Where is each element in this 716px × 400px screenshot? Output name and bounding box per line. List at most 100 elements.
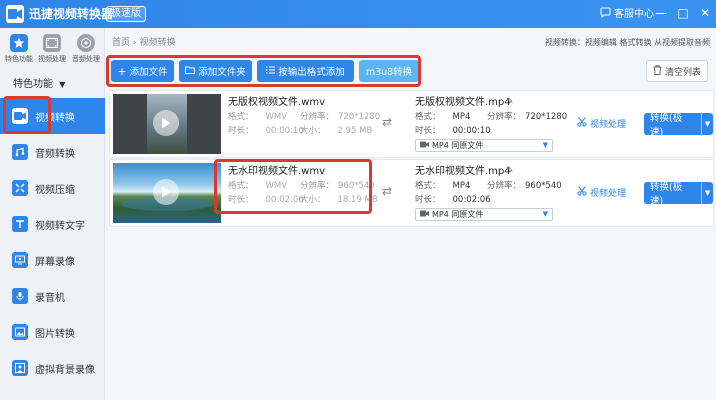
minimize-button[interactable]: —	[652, 4, 670, 22]
output-resolution: 分辨率： 960*540	[487, 181, 562, 191]
tool-featured-label: 特色功能	[5, 55, 33, 63]
m3u8-convert-button[interactable]: m3u8转换	[359, 60, 419, 82]
screen-record-icon	[12, 252, 28, 268]
tool-audio-process-label: 音频处理	[72, 55, 100, 63]
convert-dropdown-icon[interactable]: ▼	[701, 113, 713, 135]
play-icon[interactable]	[153, 110, 179, 136]
sidebar-item-label: 录音机	[35, 292, 65, 304]
video-convert-icon	[12, 108, 28, 124]
sidebar-item-video-convert[interactable]: 视频转换	[0, 98, 105, 134]
breadcrumb: 首页 › 视频转换	[112, 37, 176, 49]
output-resolution: 分辨率： 720*1280	[487, 112, 568, 122]
sidebar-item-video-compress[interactable]: 视频压缩	[0, 170, 105, 206]
support-label: 客服中心	[614, 9, 654, 20]
output-preset-value: MP4 同原文件	[432, 141, 484, 150]
source-file-name: 无版权视频文件.wmv	[228, 97, 326, 108]
tool-audio-process[interactable]: 音频处理	[70, 32, 102, 64]
support-center-link[interactable]: 客服中心	[600, 7, 654, 23]
convert-dropdown-icon[interactable]: ▼	[701, 182, 713, 204]
folder-icon	[185, 66, 196, 77]
output-preset-select[interactable]: MP4 同原文件 ▼	[415, 208, 553, 221]
shuffle-arrow-icon: ⇄	[382, 115, 393, 129]
caret-down-icon: ▼	[542, 141, 548, 149]
breadcrumb-separator: ›	[133, 38, 137, 48]
clear-list-button[interactable]: 清空列表	[645, 60, 708, 82]
chat-icon	[600, 7, 611, 23]
sidebar-item-label: 视频转换	[35, 112, 75, 124]
output-duration: 时长： 00:02:06	[415, 195, 491, 205]
text-icon	[12, 216, 28, 232]
list-icon	[266, 66, 276, 77]
star-icon	[10, 34, 28, 52]
clear-list-label: 清空列表	[664, 67, 701, 78]
title-bar: 迅捷视频转换器 极速版 客服中心 — □ ✕	[0, 0, 716, 28]
output-format: 格式： MP4	[415, 181, 471, 191]
play-icon[interactable]	[153, 179, 179, 205]
video-small-icon	[420, 210, 429, 219]
main-panel: 首页 › 视频转换 视频转换：视频编辑 格式转换 从视频提取音频 + 添加文件 添加…	[105, 28, 716, 400]
toolbar: + 添加文件 添加文件夹 按输出格式添加 m3u8转换 清空列表	[105, 58, 716, 88]
video-small-icon	[420, 141, 429, 150]
edition-badge: 极速版	[106, 6, 146, 22]
sidebar-item-image-convert[interactable]: 图片转换	[0, 314, 105, 350]
scissors-icon	[577, 117, 587, 130]
edit-pencil-icon[interactable]: ✎	[506, 166, 514, 176]
sidebar-item-label: 虚拟背景录像	[35, 364, 95, 376]
source-size: 大小： 2.95 MB	[300, 126, 373, 136]
audio-convert-icon	[12, 144, 28, 160]
tool-video-process[interactable]: 视频处理	[36, 32, 68, 64]
convert-button[interactable]: 转换(极速) ▼	[644, 182, 713, 207]
add-file-label: 添加文件	[129, 67, 168, 78]
video-process-button[interactable]: 视频处理	[577, 186, 626, 199]
sidebar-item-virtual-bg-record[interactable]: 虚拟背景录像	[0, 350, 105, 386]
video-thumbnail[interactable]	[113, 94, 221, 154]
caret-down-icon: ▼	[542, 210, 548, 218]
video-thumbnail[interactable]	[113, 163, 221, 223]
close-button[interactable]: ✕	[696, 4, 714, 22]
add-file-button[interactable]: + 添加文件	[111, 60, 174, 82]
file-row[interactable]: 无水印视频文件.wmv 格式： WMV 分辨率： 960*540 时长： 00:02:…	[109, 159, 714, 227]
audio-disc-icon	[77, 34, 95, 52]
breadcrumb-home[interactable]: 首页	[112, 38, 130, 48]
source-format: 格式： WMV	[228, 181, 288, 191]
shuffle-arrow-icon: ⇄	[382, 184, 393, 198]
sidebar-item-audio-convert[interactable]: 音频转换	[0, 134, 105, 170]
sidebar-item-label: 图片转换	[35, 328, 75, 340]
scissors-icon	[577, 186, 587, 199]
add-folder-button[interactable]: 添加文件夹	[179, 60, 252, 82]
sidebar-item-label: 视频压缩	[35, 184, 75, 196]
sidebar-item-recorder[interactable]: 录音机	[0, 278, 105, 314]
output-duration: 时长： 00:00:10	[415, 126, 491, 136]
add-folder-label: 添加文件夹	[198, 67, 246, 78]
add-by-format-button[interactable]: 按输出格式添加	[257, 60, 354, 82]
app-logo-icon	[6, 5, 24, 23]
source-duration: 时长： 00:02:06	[228, 195, 304, 205]
virtual-bg-icon	[12, 360, 28, 376]
features-dropdown[interactable]: 特色功能 ▼	[13, 78, 65, 92]
output-preset-select[interactable]: MP4 同原文件 ▼	[415, 139, 553, 152]
add-by-format-label: 按输出格式添加	[278, 67, 345, 78]
video-process-label: 视频处理	[590, 120, 627, 130]
breadcrumb-current: 视频转换	[139, 38, 176, 48]
compress-icon	[12, 180, 28, 196]
video-process-label: 视频处理	[590, 189, 627, 199]
source-resolution: 分辨率： 960*540	[300, 181, 375, 191]
tool-video-process-label: 视频处理	[38, 55, 66, 63]
output-file-name: 无水印视频文件.mp4	[415, 166, 511, 177]
output-preset-value: MP4 同原文件	[432, 210, 484, 219]
source-duration: 时长： 00:00:10	[228, 126, 304, 136]
sidebar-top-tools: 特色功能 视频处理 音频处理	[0, 32, 105, 72]
convert-button[interactable]: 转换(极速) ▼	[644, 113, 713, 138]
recorder-icon	[12, 288, 28, 304]
edit-pencil-icon[interactable]: ✎	[506, 97, 514, 107]
maximize-button[interactable]: □	[674, 4, 692, 22]
film-icon	[43, 34, 61, 52]
tool-featured[interactable]: 特色功能	[3, 32, 35, 64]
source-format: 格式： WMV	[228, 112, 288, 122]
features-label: 特色功能	[13, 79, 53, 90]
sidebar-item-screen-record[interactable]: 屏幕录像	[0, 242, 105, 278]
sidebar-item-label: 视频转文字	[35, 220, 85, 232]
sidebar-item-video-to-text[interactable]: 视频转文字	[0, 206, 105, 242]
file-row[interactable]: 无版权视频文件.wmv 格式： WMV 分辨率： 720*1280 时长： 00:00…	[109, 90, 714, 158]
video-process-button[interactable]: 视频处理	[577, 117, 626, 130]
